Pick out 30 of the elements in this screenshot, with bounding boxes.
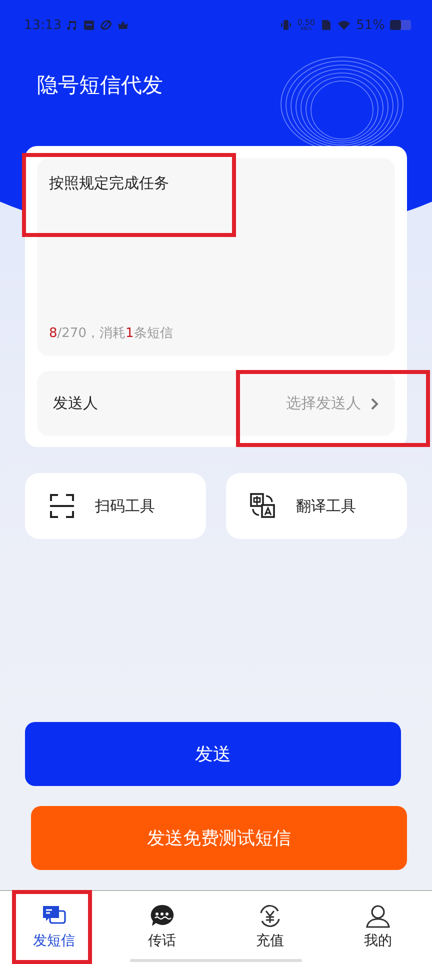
nav-tab[interactable]: 充值 [216,891,324,964]
sender-row[interactable]: 发送人 选择发送人 [37,371,395,436]
crown-icon [117,19,130,31]
tool-button[interactable]: 翻译工具 [226,473,407,539]
vibrate-icon [280,19,292,31]
battery-icon [390,19,412,31]
page-title: 隐号短信代发 [37,72,164,99]
scan-icon [49,493,75,519]
music-note-icon [66,19,78,31]
chevron-right-icon [369,396,379,410]
yen-refresh-icon [257,903,283,929]
leaf-icon [100,19,112,31]
message-text: 按照规定完成任务 [49,174,170,193]
chat-bubble-icon [149,903,175,929]
person-icon [365,903,391,929]
sender-label: 发送人 [53,394,98,413]
status-time: 13:13 [24,18,62,32]
nav-tab[interactable]: 我的 [324,891,432,964]
translate-icon [250,493,276,519]
wifi-icon [337,19,352,31]
message-field[interactable]: 按照规定完成任务 8/270，消耗1条短信 [37,158,395,356]
tool-button[interactable]: 扫码工具 [25,473,206,539]
char-counter: 8/270，消耗1条短信 [49,325,174,342]
box-icon [83,19,96,31]
send-button[interactable]: 发送 [25,722,401,786]
nav-tab[interactable]: 发短信 [0,891,108,964]
battery-percent: 51% [356,18,385,32]
network-speed: 0.50 [297,18,316,26]
sim-icon [320,19,332,31]
sender-placeholder: 选择发送人 [286,394,361,413]
